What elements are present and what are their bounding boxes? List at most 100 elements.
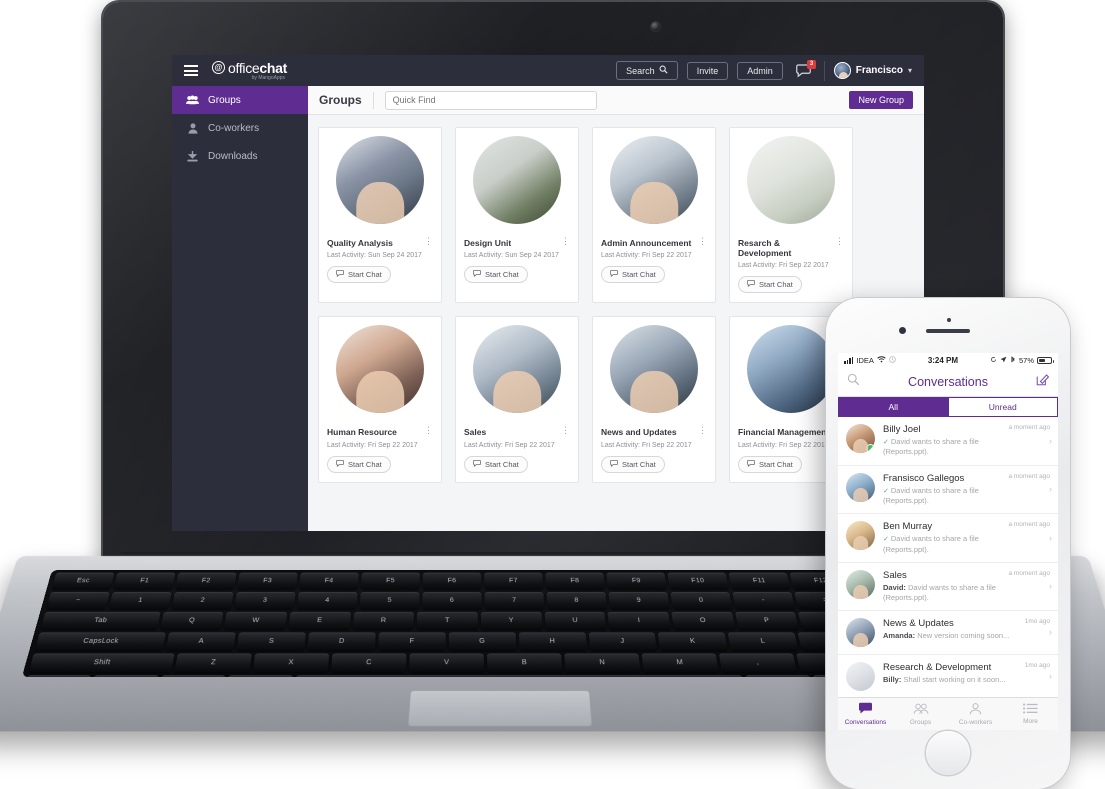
key[interactable]: ~ [46,591,110,610]
key[interactable]: F11 [728,572,791,590]
key[interactable]: F2 [175,572,237,590]
start-chat-button[interactable]: Start Chat [601,266,665,284]
key[interactable]: H [518,632,587,651]
conversation-item[interactable]: Ben Murray ✓ David wants to share a file … [838,514,1058,563]
start-chat-button[interactable]: Start Chat [327,266,391,284]
start-chat-button[interactable]: Start Chat [738,455,802,473]
key[interactable]: D [307,632,376,651]
key[interactable]: V [409,653,485,673]
conversation-item[interactable]: Fransisco Gallegos ✓ David wants to share… [838,466,1058,515]
key-space[interactable] [293,675,746,678]
conversation-item[interactable]: Sales David: David wants to share a file… [838,563,1058,611]
key[interactable]: C [330,653,407,673]
user-menu[interactable]: Francisco ▾ [833,62,912,79]
key[interactable]: Alt [225,675,293,678]
conversation-item[interactable]: Billy Joel ✓ David wants to share a file … [838,417,1058,466]
group-card[interactable]: News and Updates ⋮ Last Activity: Fri Se… [592,316,716,483]
key[interactable]: A [165,632,237,651]
key[interactable]: N [564,653,641,673]
key[interactable]: X [252,653,330,673]
key[interactable]: 6 [422,591,482,610]
search-icon[interactable] [847,373,860,391]
key[interactable]: B [486,653,563,673]
key[interactable]: , [718,653,798,673]
group-card[interactable]: Sales ⋮ Last Activity: Fri Sep 22 2017 S… [455,316,579,483]
key[interactable]: 5 [359,591,420,610]
conversation-item[interactable]: News & Updates Amanda: New version comin… [838,611,1058,655]
sidebar-item-groups[interactable]: Groups [172,86,308,114]
key[interactable]: 8 [546,591,608,610]
key[interactable]: Fn [90,675,159,678]
key[interactable]: L [727,632,799,651]
key[interactable]: - [732,591,796,610]
key[interactable]: W [224,611,288,630]
key[interactable]: 1 [108,591,172,610]
key[interactable]: F5 [360,572,420,590]
key[interactable]: 9 [608,591,670,610]
start-chat-button[interactable]: Start Chat [464,455,528,473]
key[interactable]: S [236,632,306,651]
group-card-menu-icon[interactable]: ⋮ [420,426,433,435]
key[interactable]: 2 [171,591,234,610]
key[interactable]: 3 [234,591,296,610]
tab-more[interactable]: More [1003,698,1058,730]
key[interactable]: I [607,611,671,630]
key[interactable]: 0 [670,591,733,610]
quick-find-input[interactable] [384,90,597,110]
key[interactable]: Esc [51,572,115,590]
chat-bubble-icon[interactable]: 3 [792,59,816,78]
group-card-menu-icon[interactable]: ⋮ [831,236,844,245]
group-card[interactable]: Human Resource ⋮ Last Activity: Fri Sep … [318,316,442,483]
key[interactable]: F9 [606,572,667,590]
start-chat-button[interactable]: Start Chat [464,266,528,284]
sidebar-item-downloads[interactable]: Downloads [172,142,308,170]
laptop-trackpad[interactable] [407,690,593,727]
group-card-menu-icon[interactable]: ⋮ [420,236,433,245]
key[interactable]: 7 [484,591,545,610]
key[interactable]: F10 [667,572,729,590]
key[interactable]: F6 [422,572,482,590]
key[interactable]: Y [480,611,543,630]
admin-button[interactable]: Admin [737,61,783,80]
key[interactable]: M [641,653,719,673]
key[interactable]: O [671,611,736,630]
key[interactable]: G [448,632,517,651]
key[interactable]: F8 [545,572,606,590]
key[interactable]: F7 [484,572,544,590]
key[interactable]: CapsLock [34,632,167,651]
start-chat-button[interactable]: Start Chat [738,276,802,294]
hamburger-icon[interactable] [184,65,198,76]
compose-icon[interactable] [1036,373,1050,391]
key[interactable]: E [288,611,351,630]
key[interactable]: Z [174,653,252,673]
new-group-button[interactable]: New Group [849,91,913,109]
key[interactable]: R [352,611,415,630]
start-chat-button[interactable]: Start Chat [601,455,665,473]
key[interactable]: T [416,611,478,630]
invite-button[interactable]: Invite [686,61,729,80]
key[interactable]: Q [159,611,224,630]
key[interactable]: F [377,632,446,651]
group-card[interactable]: Admin Announcement ⋮ Last Activity: Fri … [592,127,716,304]
group-card-menu-icon[interactable]: ⋮ [694,426,707,435]
key[interactable]: F1 [113,572,176,590]
key[interactable]: F3 [237,572,298,590]
key[interactable]: Shift [28,653,175,673]
filter-tab-unread[interactable]: Unread [947,397,1058,417]
key[interactable]: Tab [40,611,161,630]
tab-conversations[interactable]: Conversations [838,698,893,730]
key[interactable]: U [544,611,607,630]
key[interactable]: P [734,611,800,630]
group-card[interactable]: Quality Analysis ⋮ Last Activity: Sun Se… [318,127,442,304]
key[interactable]: Win [158,675,226,678]
group-card[interactable]: Design Unit ⋮ Last Activity: Sun Sep 24 … [455,127,579,304]
phone-home-button[interactable] [926,731,970,775]
group-card-menu-icon[interactable]: ⋮ [557,426,570,435]
group-card-menu-icon[interactable]: ⋮ [557,236,570,245]
key[interactable]: J [588,632,658,651]
group-card[interactable]: Resarch & Development ⋮ Last Activity: F… [729,127,853,304]
conversation-item[interactable]: Research & Development Billy: Shall star… [838,655,1058,699]
key[interactable]: Ctrl [22,675,92,678]
key[interactable]: K [658,632,729,651]
tab-co-workers[interactable]: Co-workers [948,698,1003,730]
